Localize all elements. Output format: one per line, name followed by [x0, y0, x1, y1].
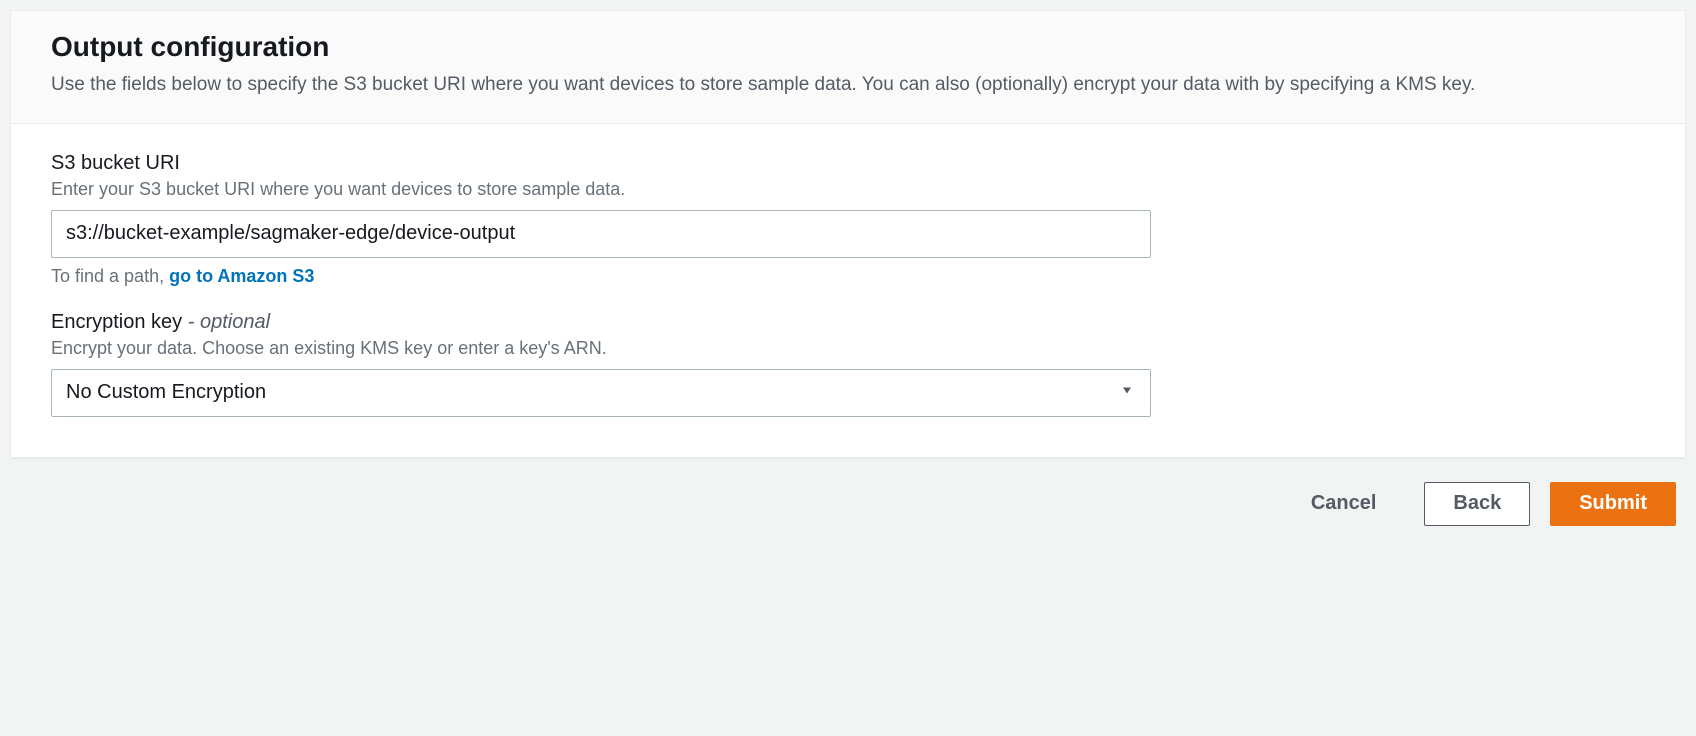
submit-button[interactable]: Submit — [1550, 482, 1676, 526]
output-configuration-panel: Output configuration Use the fields belo… — [10, 10, 1686, 458]
encryption-key-label-main: Encryption key — [51, 311, 188, 333]
encryption-key-label-optional: - optional — [188, 311, 270, 333]
s3-bucket-uri-input[interactable] — [51, 210, 1151, 258]
cancel-button[interactable]: Cancel — [1283, 482, 1405, 526]
encryption-key-description: Encrypt your data. Choose an existing KM… — [51, 338, 1151, 359]
panel-description: Use the fields below to specify the S3 b… — [51, 71, 1645, 99]
panel-body: S3 bucket URI Enter your S3 bucket URI w… — [11, 124, 1685, 457]
encryption-key-label: Encryption key - optional — [51, 311, 1151, 334]
s3-bucket-uri-description: Enter your S3 bucket URI where you want … — [51, 179, 1151, 200]
encryption-key-selected-value: No Custom Encryption — [66, 381, 266, 404]
encryption-key-field: Encryption key - optional Encrypt your d… — [51, 311, 1151, 417]
encryption-key-select[interactable]: No Custom Encryption — [51, 369, 1151, 417]
panel-header: Output configuration Use the fields belo… — [11, 11, 1685, 124]
action-button-row: Cancel Back Submit — [10, 458, 1686, 536]
s3-bucket-uri-field: S3 bucket URI Enter your S3 bucket URI w… — [51, 152, 1151, 287]
s3-constraint-text: To find a path, go to Amazon S3 — [51, 266, 1151, 287]
encryption-key-select-wrapper: No Custom Encryption — [51, 369, 1151, 417]
s3-bucket-uri-label: S3 bucket URI — [51, 152, 1151, 175]
back-button[interactable]: Back — [1424, 482, 1530, 526]
go-to-amazon-s3-link[interactable]: go to Amazon S3 — [169, 266, 314, 286]
panel-title: Output configuration — [51, 31, 1645, 63]
s3-constraint-prefix: To find a path, — [51, 266, 169, 286]
